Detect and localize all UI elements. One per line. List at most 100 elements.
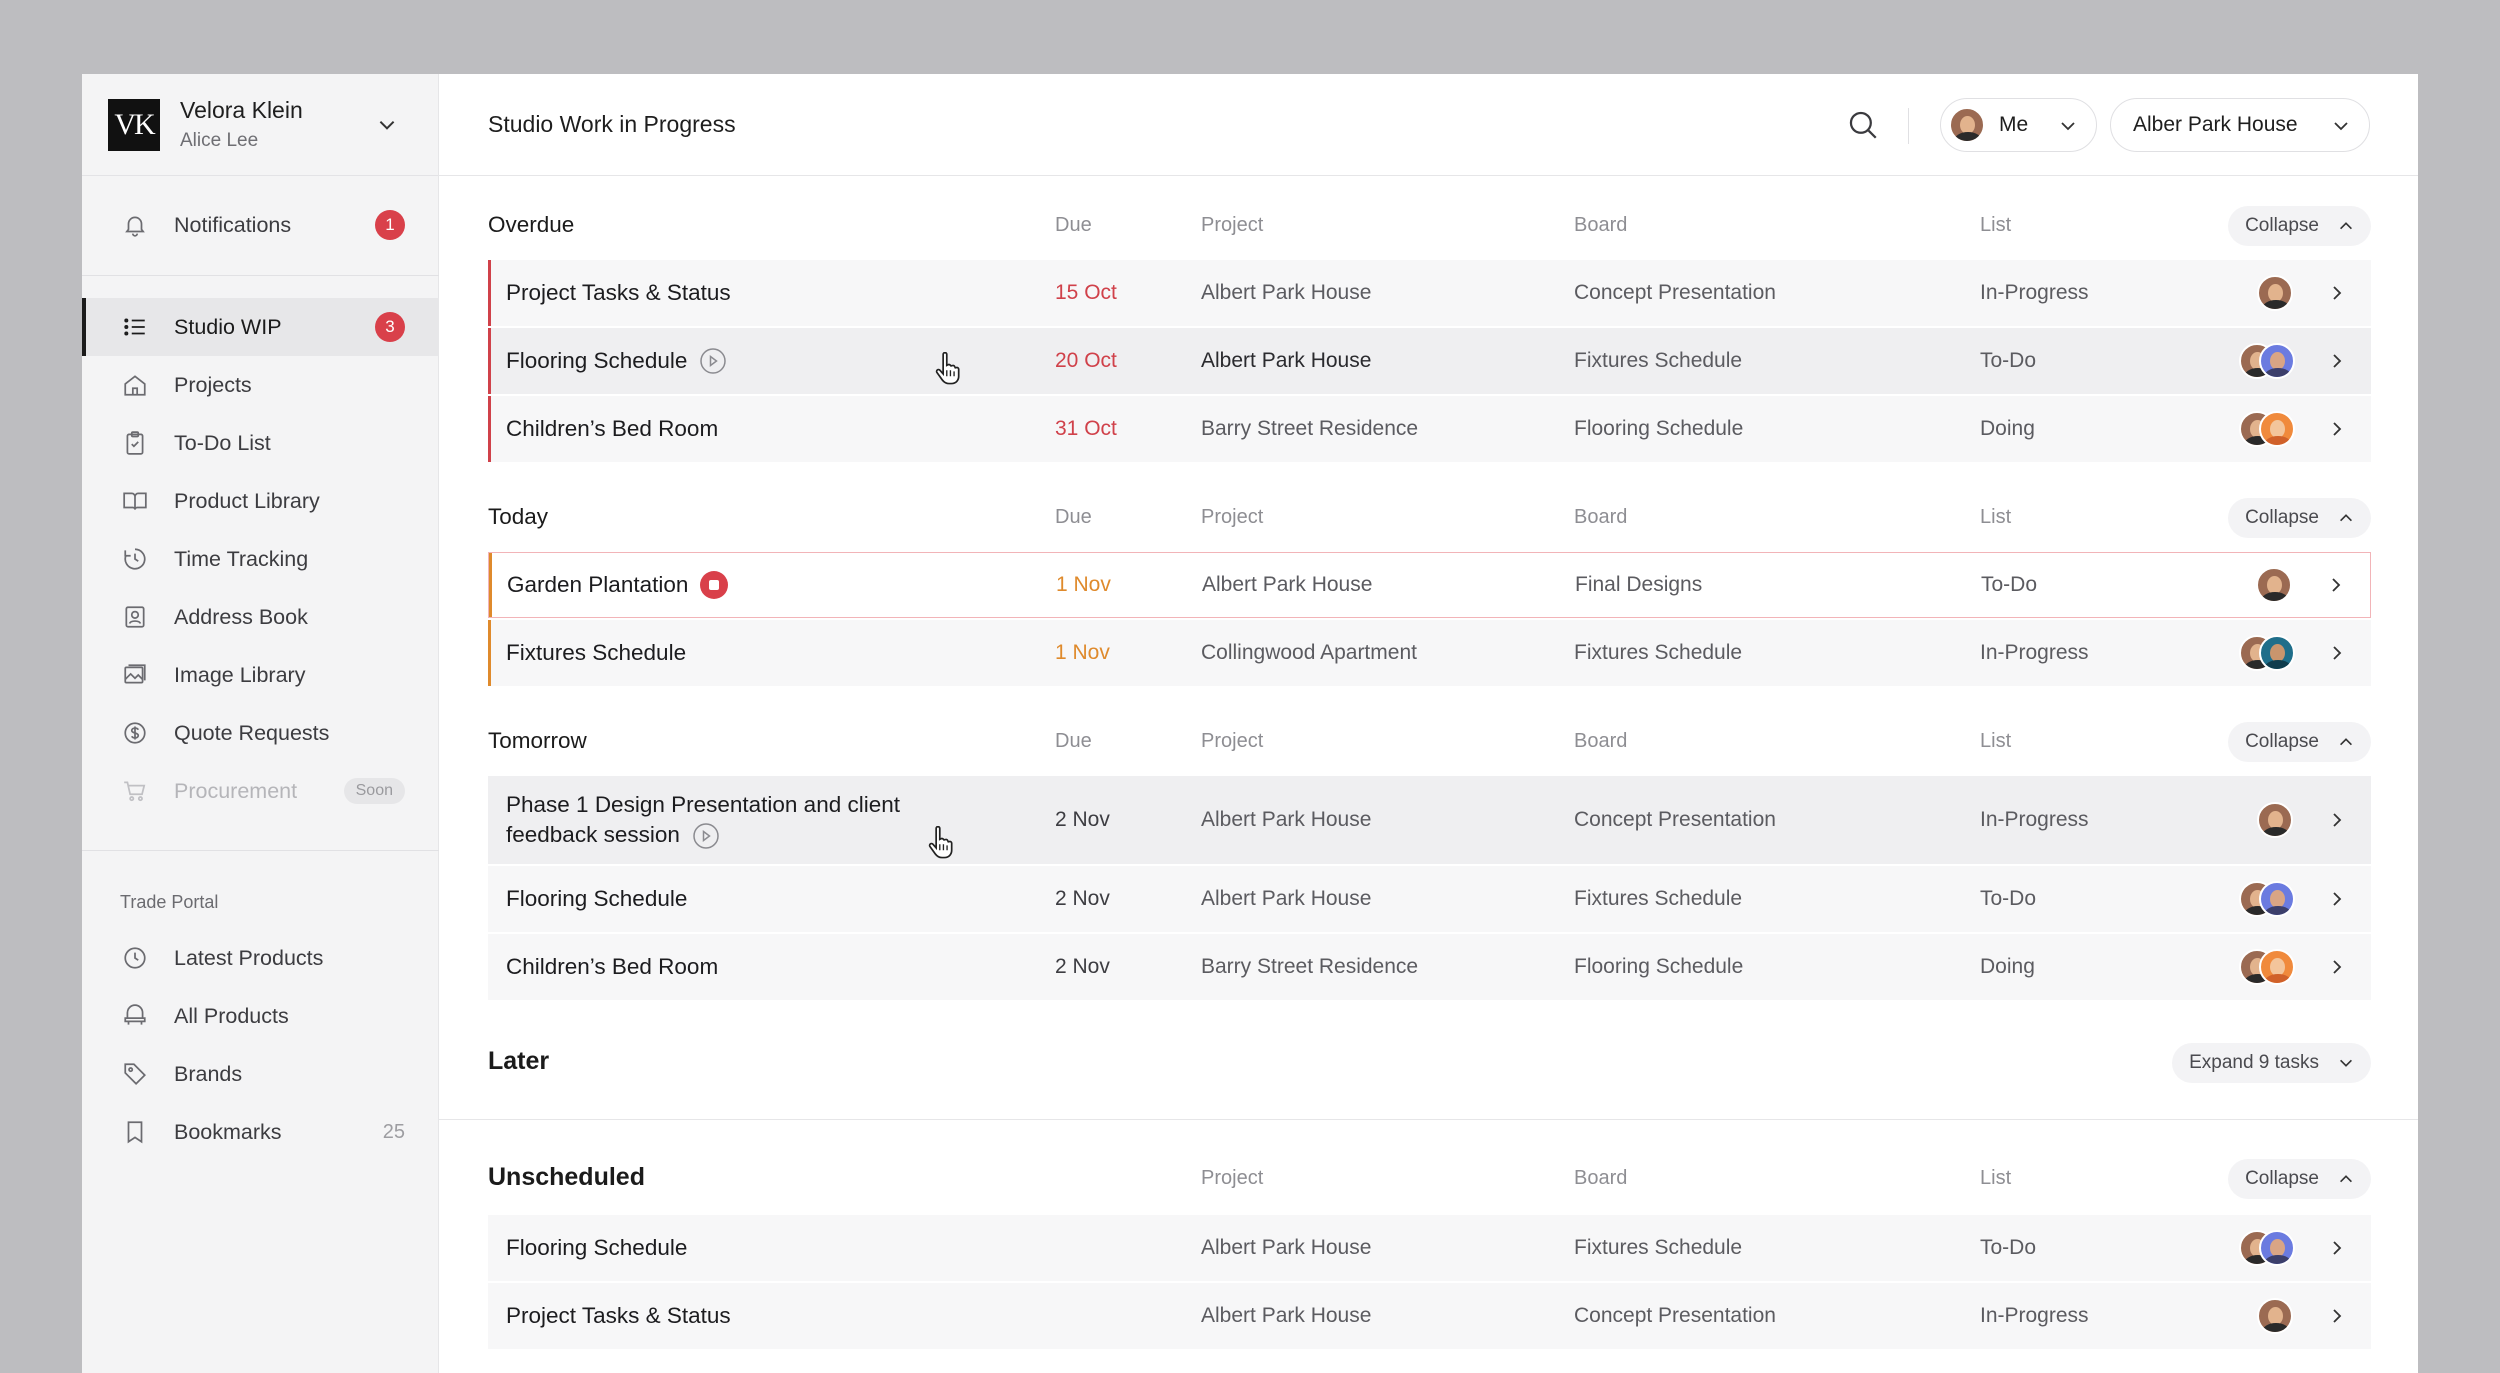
collapse-label: Collapse bbox=[2245, 1168, 2319, 1189]
sidebar-item-todo[interactable]: To-Do List bbox=[82, 414, 439, 472]
sidebar-item-label: Address Book bbox=[174, 604, 308, 629]
sidebar-item-projects[interactable]: Projects bbox=[82, 356, 439, 414]
sidebar-item-quote-requests[interactable]: Quote Requests bbox=[82, 704, 439, 762]
chevron-right-icon[interactable] bbox=[2327, 810, 2347, 830]
project-name: Albert Park House bbox=[1201, 887, 1372, 910]
sidebar-item-address-book[interactable]: Address Book bbox=[82, 588, 439, 646]
chevron-right-icon[interactable] bbox=[2326, 575, 2346, 595]
account-user: Alice Lee bbox=[180, 130, 259, 151]
section-unscheduled-header: Unscheduled Project Board List Collapse bbox=[488, 1159, 2371, 1199]
book-icon bbox=[120, 486, 150, 516]
board-name: Fixtures Schedule bbox=[1574, 641, 1743, 664]
sidebar-item-label: Product Library bbox=[174, 488, 320, 513]
project-name: Albert Park House bbox=[1201, 1304, 1372, 1327]
header: Studio Work in Progress Me Alber Park Ho… bbox=[439, 74, 2418, 176]
column-board: Board bbox=[1574, 1167, 1628, 1189]
chevron-right-icon[interactable] bbox=[2327, 1238, 2347, 1258]
due-date: 2 Nov bbox=[1055, 887, 1110, 910]
sidebar-item-brands[interactable]: Brands bbox=[82, 1045, 439, 1103]
home-icon bbox=[120, 370, 150, 400]
chevron-right-icon[interactable] bbox=[2327, 419, 2347, 439]
page-title: Studio Work in Progress bbox=[488, 111, 736, 137]
task-row[interactable]: Fixtures Schedule 1 Nov Collingwood Apar… bbox=[488, 620, 2371, 686]
assignee-avatars bbox=[2239, 881, 2295, 917]
board-name: Concept Presentation bbox=[1574, 1304, 1776, 1327]
due-date: 31 Oct bbox=[1055, 417, 1117, 440]
list-name: In-Progress bbox=[1980, 281, 2089, 304]
project-name: Collingwood Apartment bbox=[1201, 641, 1417, 664]
chevron-right-icon[interactable] bbox=[2327, 283, 2347, 303]
chevron-down-icon bbox=[2340, 1059, 2352, 1067]
chevron-up-icon bbox=[2340, 1175, 2352, 1183]
column-project: Project bbox=[1201, 730, 1264, 752]
stop-timer-icon[interactable] bbox=[700, 571, 729, 599]
chevron-down-icon[interactable] bbox=[376, 114, 398, 136]
sidebar-item-notifications[interactable]: Notifications 1 bbox=[82, 196, 439, 254]
section-title: Later bbox=[488, 1047, 550, 1075]
project-name: Albert Park House bbox=[1201, 808, 1372, 831]
board-name: Final Designs bbox=[1575, 573, 1703, 596]
user-filter-value: Me bbox=[1999, 113, 2029, 136]
sidebar-item-latest-products[interactable]: Latest Products bbox=[82, 929, 439, 987]
task-row[interactable]: Project Tasks & Status 15 Oct Albert Par… bbox=[488, 260, 2371, 326]
chevron-right-icon[interactable] bbox=[2327, 351, 2347, 371]
list-name: Doing bbox=[1980, 955, 2035, 978]
sidebar-item-image-library[interactable]: Image Library bbox=[82, 646, 439, 704]
sidebar-item-all-products[interactable]: All Products bbox=[82, 987, 439, 1045]
sidebar-item-bookmarks[interactable]: Bookmarks 25 bbox=[82, 1103, 439, 1161]
sidebar-item-time-tracking[interactable]: Time Tracking bbox=[82, 530, 439, 588]
task-row[interactable]: Garden Plantation 1 Nov Albert Park Hous… bbox=[488, 552, 2371, 618]
project-filter-dropdown[interactable]: Alber Park House bbox=[2110, 98, 2370, 152]
chevron-up-icon bbox=[2340, 222, 2352, 230]
column-due: Due bbox=[1055, 730, 1092, 752]
collapse-button[interactable]: Collapse bbox=[2228, 206, 2371, 246]
chevron-right-icon[interactable] bbox=[2327, 643, 2347, 663]
task-row[interactable]: Flooring Schedule Albert Park House Fixt… bbox=[488, 1215, 2371, 1281]
sidebar-item-label: Notifications bbox=[174, 212, 292, 237]
bookmark-icon bbox=[120, 1117, 150, 1147]
hand-cursor-icon bbox=[935, 352, 960, 385]
task-row[interactable]: Children’s Bed Room 31 Oct Barry Street … bbox=[488, 396, 2371, 462]
play-icon[interactable] bbox=[692, 822, 720, 850]
collapse-button[interactable]: Collapse bbox=[2228, 722, 2371, 762]
expand-label: Expand 9 tasks bbox=[2189, 1052, 2319, 1073]
task-row[interactable]: Phase 1 Design Presentation and client fe… bbox=[488, 776, 2371, 864]
list-name: To-Do bbox=[1980, 1236, 2037, 1259]
column-list: List bbox=[1980, 214, 2012, 236]
sidebar-item-label: Image Library bbox=[174, 662, 306, 687]
task-title: Flooring Schedule bbox=[506, 886, 688, 911]
user-filter-dropdown[interactable]: Me bbox=[1940, 98, 2097, 152]
task-row[interactable]: Children’s Bed Room 2 Nov Barry Street R… bbox=[488, 934, 2371, 1000]
assignee-avatars bbox=[2239, 343, 2295, 379]
collapse-button[interactable]: Collapse bbox=[2228, 1159, 2371, 1199]
trade-portal-heading: Trade Portal bbox=[120, 892, 219, 912]
avatar bbox=[1949, 107, 1985, 143]
task-title-continued: feedback session bbox=[506, 821, 680, 847]
task-row[interactable]: Project Tasks & Status Albert Park House… bbox=[488, 1283, 2371, 1349]
play-icon[interactable] bbox=[699, 347, 727, 375]
list-name: In-Progress bbox=[1980, 641, 2089, 664]
bell-icon bbox=[120, 210, 150, 240]
chevron-right-icon[interactable] bbox=[2327, 889, 2347, 909]
clock-icon bbox=[120, 943, 150, 973]
expand-button[interactable]: Expand 9 tasks bbox=[2172, 1043, 2371, 1083]
sidebar-item-product-library[interactable]: Product Library bbox=[82, 472, 439, 530]
section-tomorrow-header: Tomorrow Due Project Board List Collapse bbox=[488, 722, 2371, 762]
search-icon[interactable] bbox=[1846, 108, 1880, 142]
task-title: Children’s Bed Room bbox=[506, 416, 719, 441]
assignee-avatar bbox=[2257, 802, 2293, 838]
chevron-right-icon[interactable] bbox=[2327, 1306, 2347, 1326]
task-row[interactable]: Flooring Schedule 2 Nov Albert Park Hous… bbox=[488, 866, 2371, 932]
main-content: Studio Work in Progress Me Alber Park Ho… bbox=[439, 74, 2418, 1373]
sidebar-item-label: Latest Products bbox=[174, 945, 324, 970]
due-date: 2 Nov bbox=[1055, 808, 1110, 831]
collapse-button[interactable]: Collapse bbox=[2228, 498, 2371, 538]
board-name: Flooring Schedule bbox=[1574, 955, 1744, 978]
sidebar-item-studio-wip[interactable]: Studio WIP 3 bbox=[82, 298, 439, 356]
account-switcher[interactable]: VK Velora Klein Alice Lee bbox=[82, 74, 438, 176]
sidebar-item-label: Projects bbox=[174, 372, 252, 397]
hand-cursor-icon bbox=[928, 826, 953, 859]
task-row[interactable]: Flooring Schedule 20 Oct Albert Park Hou… bbox=[488, 328, 2371, 394]
column-list: List bbox=[1980, 730, 2012, 752]
chevron-right-icon[interactable] bbox=[2327, 957, 2347, 977]
